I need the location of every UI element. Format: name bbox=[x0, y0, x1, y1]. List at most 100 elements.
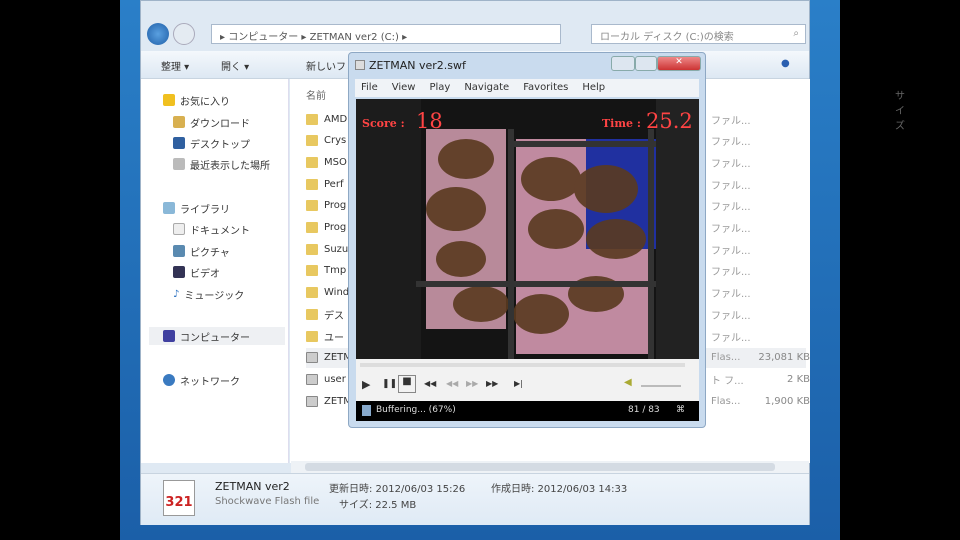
sidebar-item-music[interactable]: ♪ ミュージック bbox=[173, 285, 244, 303]
details-pane: 321 ZETMAN ver2 Shockwave Flash file 更新日… bbox=[141, 473, 809, 525]
search-icon: ⌕ bbox=[793, 28, 799, 39]
menu-file[interactable]: File bbox=[361, 82, 378, 94]
menu-bar: File View Play Navigate Favorites Help bbox=[355, 79, 699, 97]
column-header-name[interactable]: 名前 bbox=[306, 87, 326, 102]
fast-forward-icon[interactable]: ▶▶ bbox=[486, 379, 498, 388]
music-icon: ♪ bbox=[173, 288, 180, 300]
volume-slider[interactable] bbox=[641, 385, 681, 387]
folder-icon bbox=[306, 113, 318, 125]
file-size: 23,081 KB bbox=[758, 352, 810, 364]
sidebar-item-documents[interactable]: ドキュメント bbox=[173, 220, 250, 238]
folder-icon bbox=[306, 200, 318, 212]
recent-places-icon bbox=[173, 158, 185, 170]
network-icon bbox=[163, 374, 175, 386]
file-type: ファル... bbox=[711, 202, 751, 214]
folder-icon bbox=[306, 308, 318, 320]
column-header-size[interactable]: サイズ bbox=[895, 87, 905, 132]
download-icon bbox=[173, 116, 185, 128]
file-type: Flas... bbox=[711, 395, 741, 407]
sidebar-item-pictures[interactable]: ピクチャ bbox=[173, 242, 230, 260]
time-label: Time : bbox=[602, 117, 641, 130]
menu-favorites[interactable]: Favorites bbox=[523, 82, 568, 94]
game-scene bbox=[356, 99, 699, 359]
menu-view[interactable]: View bbox=[392, 82, 416, 94]
desktop-icon bbox=[173, 137, 185, 149]
organize-button[interactable]: 整理 ▾ bbox=[161, 58, 189, 73]
sidebar-item-download[interactable]: ダウンロード bbox=[173, 113, 250, 131]
file-size: 1,900 KB bbox=[764, 395, 810, 407]
flash-file-icon: 321 bbox=[163, 480, 195, 516]
sidebar-item-libraries[interactable]: ライブラリ bbox=[163, 199, 230, 217]
open-button[interactable]: 開く ▾ bbox=[221, 58, 249, 73]
stop-icon[interactable]: ■ bbox=[398, 375, 416, 393]
folder-icon bbox=[306, 178, 318, 190]
playback-controls: ▶ ❚❚ ■ ◀◀ ◀◀ ▶▶ ▶▶ ▶| ◀ bbox=[356, 359, 699, 401]
new-folder-button[interactable]: 新しいフ bbox=[306, 58, 346, 73]
file-type: ファル... bbox=[711, 245, 751, 257]
file-icon bbox=[362, 405, 371, 416]
step-forward-icon[interactable]: ▶▶ bbox=[466, 379, 478, 388]
file-type: ファル... bbox=[711, 180, 751, 192]
document-icon bbox=[173, 223, 185, 235]
back-button[interactable] bbox=[147, 23, 169, 45]
seek-bar[interactable] bbox=[360, 363, 685, 367]
flash-player-window: ZETMAN ver2.swf ✕ File View Play Navigat… bbox=[348, 52, 706, 428]
file-type: ファル... bbox=[711, 137, 751, 149]
next-icon[interactable]: ▶| bbox=[514, 379, 523, 388]
score-value: 18 bbox=[416, 109, 443, 133]
file-type: ファル... bbox=[711, 267, 751, 279]
star-icon bbox=[163, 94, 175, 106]
help-icon[interactable]: ● bbox=[781, 58, 790, 69]
file-type: ファル... bbox=[711, 310, 751, 322]
status-bar: Buffering... (67%) 81 / 83 ⌘ bbox=[356, 401, 699, 421]
file-size: 2 KB bbox=[787, 373, 810, 385]
address-bar: ▸ コンピューター ▸ ZETMAN ver2 (C:) ▸ ローカル ディスク… bbox=[141, 19, 809, 49]
computer-icon bbox=[163, 330, 175, 342]
sidebar-item-favorites[interactable]: お気に入り bbox=[163, 91, 230, 109]
file-type: ファル... bbox=[711, 289, 751, 301]
folder-icon bbox=[306, 287, 318, 299]
file-name: Prog bbox=[324, 200, 347, 212]
menu-play[interactable]: Play bbox=[429, 82, 450, 94]
sidebar-item-videos[interactable]: ビデオ bbox=[173, 263, 220, 281]
file-name: Perf bbox=[324, 178, 344, 190]
file-icon bbox=[306, 373, 318, 385]
sidebar-item-computer[interactable]: コンピューター bbox=[149, 327, 285, 345]
rewind-icon[interactable]: ◀◀ bbox=[424, 379, 436, 388]
navigation-pane: お気に入り ダウンロード デスクトップ 最近表示した場所 ライブラリ ドキュメン… bbox=[141, 79, 289, 463]
horizontal-scrollbar[interactable] bbox=[291, 461, 809, 473]
menu-help[interactable]: Help bbox=[582, 82, 605, 94]
search-input[interactable]: ローカル ディスク (C:)の検索 ⌕ bbox=[591, 24, 806, 44]
folder-icon bbox=[306, 330, 318, 342]
forward-button[interactable] bbox=[173, 23, 195, 45]
folder-icon bbox=[306, 156, 318, 168]
menu-navigate[interactable]: Navigate bbox=[464, 82, 509, 94]
sidebar-item-desktop[interactable]: デスクトップ bbox=[173, 134, 250, 152]
file-name: Wind bbox=[324, 287, 350, 299]
file-name: デス bbox=[324, 310, 344, 322]
volume-icon[interactable]: ◀ bbox=[624, 377, 632, 388]
scrollbar-thumb[interactable] bbox=[305, 463, 775, 471]
folder-icon bbox=[306, 243, 318, 255]
file-name: Prog bbox=[324, 222, 347, 233]
frame-counter: 81 / 83 bbox=[628, 405, 660, 415]
play-icon[interactable]: ▶ bbox=[362, 378, 370, 391]
close-button[interactable]: ✕ bbox=[657, 56, 701, 71]
file-name: Suzu bbox=[324, 243, 349, 255]
step-back-icon[interactable]: ◀◀ bbox=[446, 379, 458, 388]
sidebar-item-network[interactable]: ネットワーク bbox=[163, 371, 240, 389]
maximize-button[interactable] bbox=[635, 56, 657, 71]
breadcrumb[interactable]: ▸ コンピューター ▸ ZETMAN ver2 (C:) ▸ bbox=[211, 24, 561, 44]
sidebar-item-recent[interactable]: 最近表示した場所 bbox=[173, 155, 270, 173]
minimize-button[interactable] bbox=[611, 56, 635, 71]
buffering-status: Buffering... (67%) bbox=[376, 405, 456, 415]
folder-icon bbox=[306, 265, 318, 277]
file-name: user bbox=[324, 373, 346, 385]
file-type: ファル... bbox=[711, 332, 751, 344]
score-label: Score : bbox=[362, 117, 405, 130]
pause-icon[interactable]: ❚❚ bbox=[382, 379, 397, 389]
fullscreen-icon[interactable]: ⌘ bbox=[676, 405, 685, 415]
game-canvas[interactable]: Score : 18 Time : 25.2 bbox=[356, 99, 699, 359]
library-icon bbox=[163, 202, 175, 214]
file-icon bbox=[306, 352, 318, 364]
